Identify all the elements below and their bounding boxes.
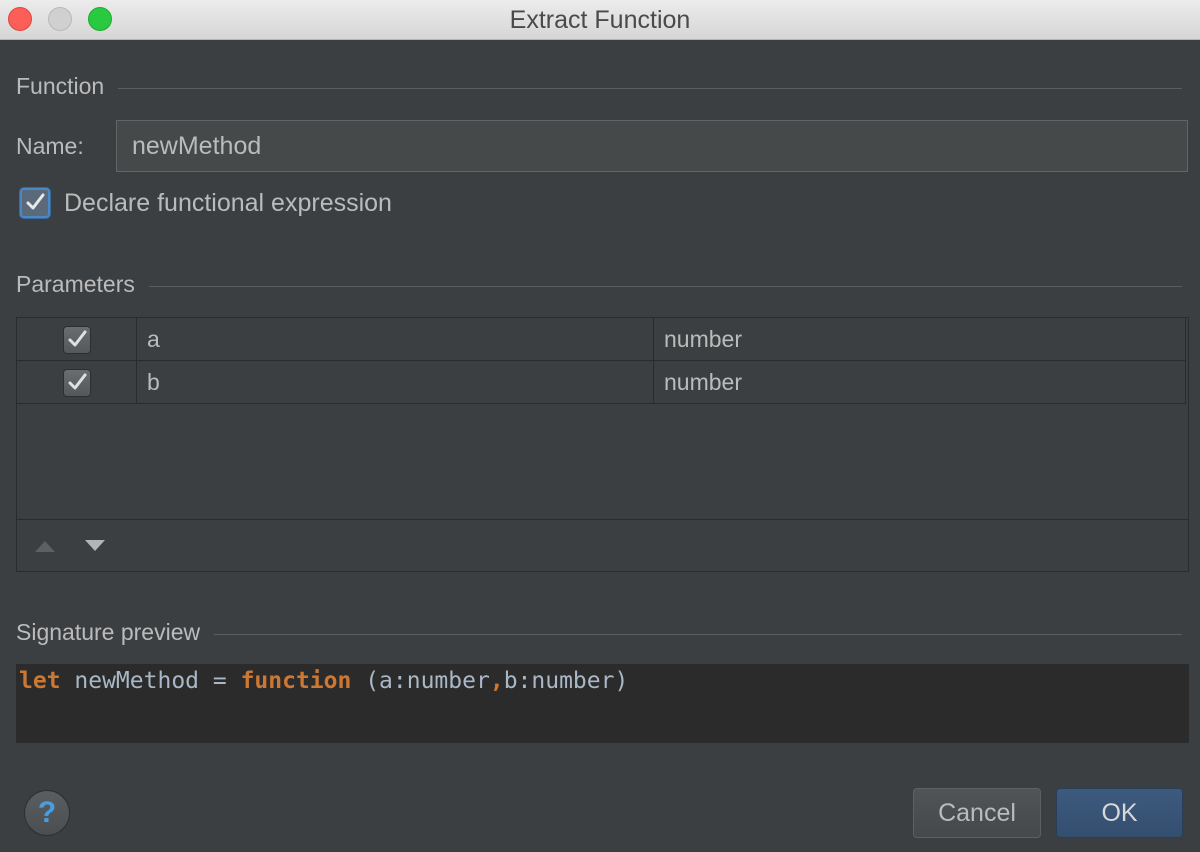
checkbox-checked-icon[interactable]: [63, 369, 91, 397]
declare-functional-expression-checkbox[interactable]: Declare functional expression: [20, 188, 392, 218]
parameters-section-header: Parameters: [16, 269, 1182, 299]
help-button[interactable]: ?: [24, 790, 70, 836]
section-divider: [149, 286, 1182, 287]
function-section-header: Function: [16, 71, 1182, 101]
move-down-button[interactable]: [81, 532, 109, 560]
signature-section-label: Signature preview: [16, 619, 200, 646]
parameter-type-cell[interactable]: number: [654, 361, 1186, 404]
function-section-label: Function: [16, 73, 104, 100]
table-row[interactable]: b number: [17, 361, 1186, 404]
signature-section-header: Signature preview: [16, 617, 1182, 647]
parameters-table: a number b number: [16, 317, 1189, 572]
parameter-name-cell[interactable]: a: [137, 318, 654, 361]
arrow-up-icon: [34, 539, 56, 553]
table-row[interactable]: a number: [17, 318, 1186, 361]
args-token: b:number): [504, 668, 629, 694]
ok-button[interactable]: OK: [1056, 788, 1183, 838]
comma-token: ,: [490, 668, 504, 694]
parameter-include-cell[interactable]: [17, 318, 137, 361]
parameter-name-cell[interactable]: b: [137, 361, 654, 404]
keyword-function: function: [241, 668, 352, 694]
title-bar: Extract Function: [0, 0, 1200, 40]
help-icon: ?: [38, 796, 56, 830]
parameter-type-cell[interactable]: number: [654, 318, 1186, 361]
keyword-let: let: [19, 668, 61, 694]
function-name-input[interactable]: [116, 120, 1188, 172]
checkbox-checked-icon[interactable]: [20, 188, 50, 218]
declare-functional-expression-label: Declare functional expression: [64, 189, 392, 218]
name-label: Name:: [16, 133, 84, 160]
checkbox-checked-icon[interactable]: [63, 326, 91, 354]
arrow-down-icon: [84, 539, 106, 553]
parameters-section-label: Parameters: [16, 271, 135, 298]
signature-preview: let newMethod = function (a:number,b:num…: [16, 664, 1189, 743]
move-up-button[interactable]: [31, 532, 59, 560]
section-divider: [118, 88, 1182, 89]
parameters-toolbar: [17, 519, 1188, 571]
parameter-include-cell[interactable]: [17, 361, 137, 404]
cancel-button[interactable]: Cancel: [913, 788, 1041, 838]
window-title: Extract Function: [0, 6, 1200, 35]
args-token: (a:number: [351, 668, 489, 694]
section-divider: [214, 634, 1182, 635]
function-name-token: newMethod =: [61, 668, 241, 694]
